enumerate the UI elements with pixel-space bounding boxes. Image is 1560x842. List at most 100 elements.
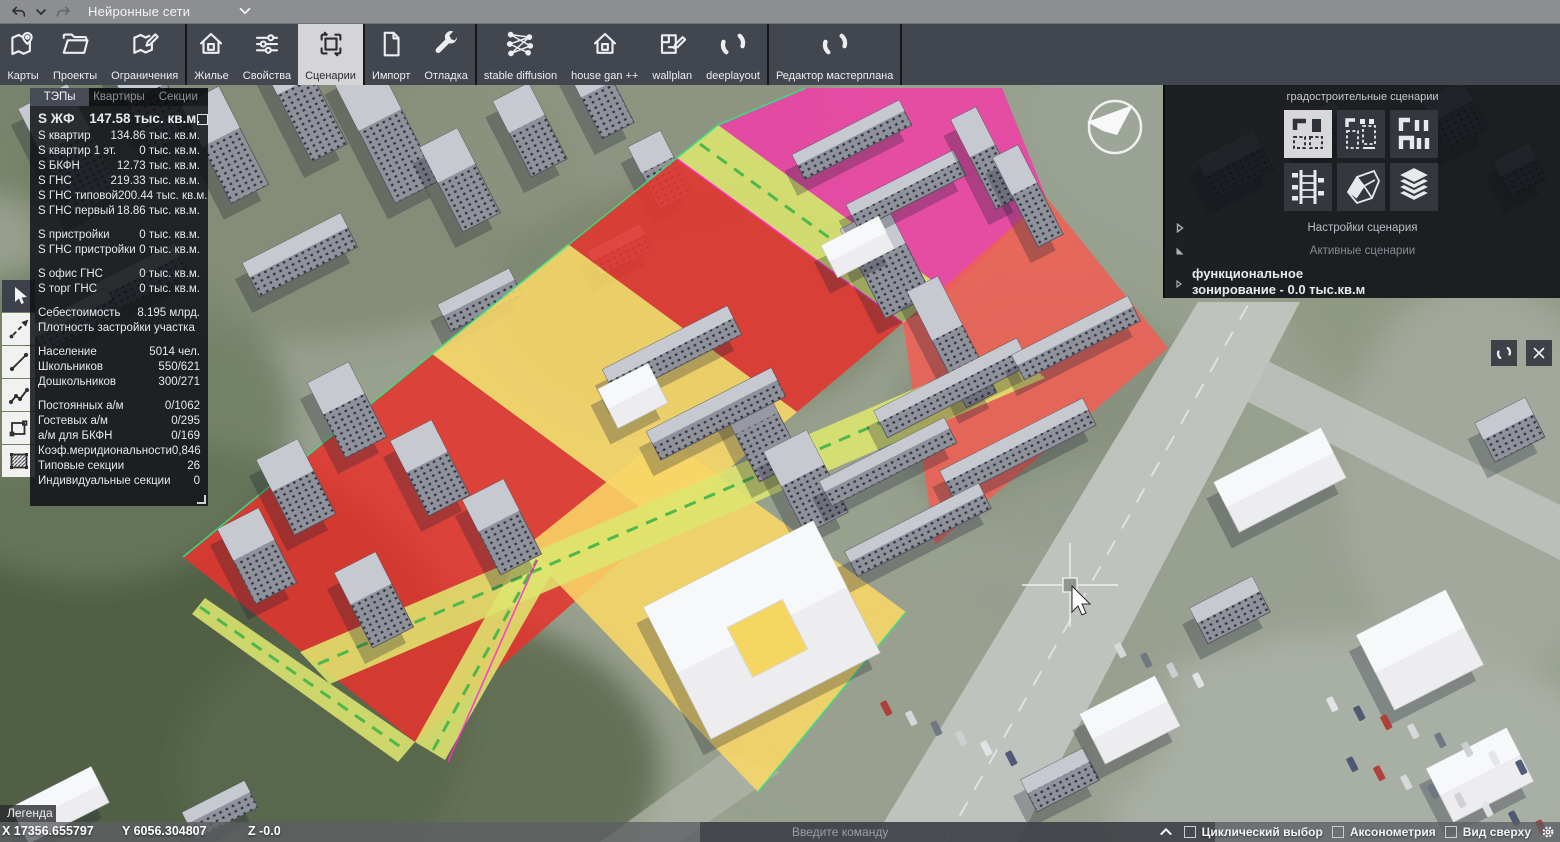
chevron-up-icon[interactable] bbox=[1157, 824, 1175, 840]
scenario-sections-strip-button[interactable] bbox=[1284, 163, 1332, 211]
sections-strip-icon bbox=[1286, 165, 1330, 209]
redo-icon[interactable] bbox=[52, 2, 74, 22]
toolbar-item-house-gan[interactable]: house gan ++ bbox=[564, 24, 645, 85]
toolbar-item-properties[interactable]: Свойства bbox=[236, 24, 298, 85]
toolbar-group: ИмпортОтладка bbox=[365, 24, 477, 85]
tep-row-label: S торг ГНС bbox=[38, 282, 97, 297]
tep-row: S квартир134.86 тыс. кв.м. bbox=[38, 129, 200, 144]
scenario-buttons-grid bbox=[1284, 110, 1442, 211]
toolbar-item-label: deeplayout bbox=[706, 70, 760, 83]
tep-row-label: S квартир bbox=[38, 129, 91, 144]
scenario-zoning-parcels-button[interactable] bbox=[1337, 163, 1385, 211]
toolbar-item-wallplan[interactable]: wallplan bbox=[645, 24, 699, 85]
scenario-blocks-courtyard-button[interactable] bbox=[1284, 110, 1332, 158]
toolbar-item-projects[interactable]: Проекты bbox=[46, 24, 104, 85]
chevron-down-icon[interactable] bbox=[30, 2, 52, 22]
expand-item-arrow-icon[interactable] bbox=[1175, 276, 1183, 292]
tep-row-label: Дошкольников bbox=[38, 375, 116, 390]
tab-sections[interactable]: Секции bbox=[149, 88, 208, 106]
network-icon bbox=[505, 28, 535, 60]
polygon-icon bbox=[7, 416, 31, 440]
tep-row: S ГНС первый18.86 тыс. кв.м. bbox=[38, 204, 200, 219]
tep-row-value: 219.33 тыс. кв.м. bbox=[111, 174, 200, 189]
tep-row-label: S офис ГНС bbox=[38, 267, 103, 282]
checkbox-icon[interactable] bbox=[1445, 826, 1457, 838]
toolbar-item-deeplayout[interactable]: deeplayout bbox=[699, 24, 767, 85]
toolbar-item-stable-diffusion[interactable]: stable diffusion bbox=[477, 24, 564, 85]
tep-tabs: ТЭПыКвартирыСекции bbox=[30, 88, 208, 106]
tep-row-value: 0,846 bbox=[172, 444, 201, 459]
active-scenarios-section: Активные сценарии bbox=[1165, 245, 1560, 257]
tep-row-value: 0 тыс. кв.м. bbox=[139, 243, 200, 258]
collapse-right-arrow-icon[interactable] bbox=[1175, 223, 1185, 233]
toolbar-item-debug[interactable]: Отладка bbox=[417, 24, 474, 85]
refresh-scenario-button[interactable] bbox=[1491, 340, 1517, 366]
house-icon bbox=[196, 28, 226, 60]
toolbar-item-masterplan-editor[interactable]: Редактор мастерплана bbox=[769, 24, 900, 85]
toolbar-item-housing[interactable]: Жилье bbox=[187, 24, 236, 85]
tab-apartments[interactable]: Квартиры bbox=[89, 88, 148, 106]
tep-row-value: 0 тыс. кв.м. bbox=[139, 282, 200, 297]
scenario-blocks-dashed-button[interactable] bbox=[1337, 110, 1385, 158]
toolbar-item-label: Проекты bbox=[53, 70, 97, 83]
toolbar-item-import[interactable]: Импорт bbox=[365, 24, 417, 85]
toggle-cyclic-selection[interactable]: Циклический выбор bbox=[1184, 825, 1323, 839]
tep-headline-value: 147.58 тыс. кв.м. bbox=[89, 111, 200, 126]
close-scenario-button[interactable] bbox=[1526, 340, 1552, 366]
active-scenarios-label[interactable]: Активные сценарии bbox=[1310, 245, 1415, 257]
transform-square-icon bbox=[316, 28, 346, 60]
toolbar-item-constraints[interactable]: Ограничения bbox=[104, 24, 185, 85]
toggle-axonometry[interactable]: Аксонометрия bbox=[1332, 825, 1436, 839]
tep-group: S пристройки0 тыс. кв.м.S ГНС пристройки… bbox=[38, 228, 200, 258]
command-input[interactable] bbox=[700, 822, 1215, 842]
compass[interactable] bbox=[1087, 101, 1141, 153]
tep-group: Постоянных а/м0/1062Гостевых а/м0/295а/м… bbox=[38, 399, 200, 489]
scenario-settings-label[interactable]: Настройки сценария bbox=[1308, 222, 1418, 234]
panel-resize-handle[interactable] bbox=[197, 495, 206, 504]
coordinate-y: Y 6056.304807 bbox=[122, 824, 207, 838]
active-scenario-row[interactable]: функциональное зонирование - 0.0 тыс.кв.… bbox=[1165, 266, 1560, 298]
toolbar-item-label: Карты bbox=[7, 70, 38, 83]
plan-edit-icon bbox=[657, 28, 687, 60]
tep-headline-checkbox[interactable] bbox=[197, 114, 208, 125]
tep-group: S квартир134.86 тыс. кв.м.S квартир 1 эт… bbox=[38, 129, 200, 219]
tep-row: S торг ГНС 0 тыс. кв.м. bbox=[38, 282, 200, 297]
toggle-label: Аксонометрия bbox=[1350, 825, 1436, 839]
tep-row-label: Коэф.меридиональности bbox=[38, 444, 172, 459]
blocks-dashed-icon bbox=[1339, 112, 1383, 156]
tep-row: S квартир 1 эт.0 тыс. кв.м. bbox=[38, 144, 200, 159]
legend-tab[interactable]: Легенда bbox=[0, 805, 56, 822]
tep-row: а/м для БКФН0/169 bbox=[38, 429, 200, 444]
tab-teps[interactable]: ТЭПы bbox=[30, 88, 89, 106]
layers-stack-icon bbox=[1392, 165, 1436, 209]
tep-row-value: 0/1062 bbox=[165, 399, 200, 414]
toolbar-group: Жилье Свойства Сценарии bbox=[187, 24, 365, 85]
cursor-icon bbox=[7, 284, 31, 308]
checkbox-icon[interactable] bbox=[1332, 826, 1344, 838]
tep-row-value: 12.73 тыс. кв.м. bbox=[117, 159, 200, 174]
toolbar-item-maps[interactable]: Карты bbox=[0, 24, 46, 85]
tep-row: Гостевых а/м0/295 bbox=[38, 414, 200, 429]
gear-icon[interactable] bbox=[1540, 824, 1556, 840]
toolbar-item-scenarios[interactable]: Сценарии bbox=[298, 24, 363, 85]
toolbar-group: Карты Проекты Ограничения bbox=[0, 24, 187, 85]
tep-row-value: 0 тыс. кв.м. bbox=[139, 144, 200, 159]
toolbar-item-label: Свойства bbox=[243, 70, 291, 83]
command-bar bbox=[700, 822, 1215, 842]
tep-row-label: S БКФН bbox=[38, 159, 80, 174]
tep-row: Школьников550/621 bbox=[38, 360, 200, 375]
scenario-layers-stack-button[interactable] bbox=[1390, 163, 1438, 211]
tep-row-value: 0 тыс. кв.м. bbox=[139, 267, 200, 282]
scenario-settings-section: Настройки сценария bbox=[1165, 222, 1560, 234]
toggle-top-view[interactable]: Вид сверху bbox=[1445, 825, 1531, 839]
title-dropdown-chevron-icon[interactable] bbox=[236, 2, 254, 25]
collapse-down-arrow-icon[interactable] bbox=[1175, 246, 1185, 256]
tep-row-value: 8.195 млрд. bbox=[137, 306, 200, 321]
undo-icon[interactable] bbox=[8, 2, 30, 22]
tep-row-value: 5014 чел. bbox=[149, 345, 200, 360]
checkbox-icon[interactable] bbox=[1184, 826, 1196, 838]
coordinate-x: X 17356.655797 bbox=[2, 824, 94, 838]
coordinate-z: Z -0.0 bbox=[248, 824, 281, 838]
tep-row: Постоянных а/м0/1062 bbox=[38, 399, 200, 414]
scenario-blocks-bars-button[interactable] bbox=[1390, 110, 1438, 158]
